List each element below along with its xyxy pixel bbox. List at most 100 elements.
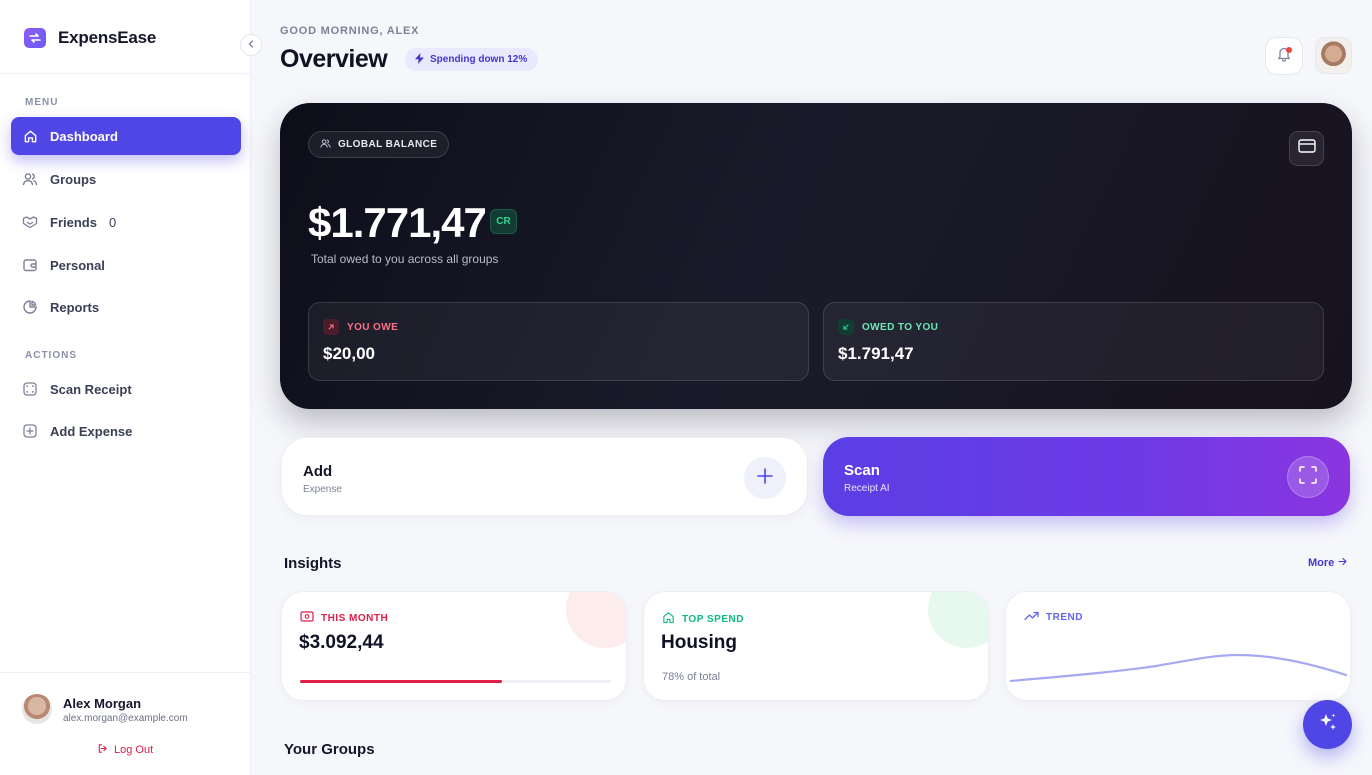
divider bbox=[0, 73, 251, 74]
top-spend-value: Housing bbox=[661, 632, 737, 653]
this-month-card[interactable]: THIS MONTH $3.092,44 bbox=[281, 591, 627, 701]
scan-title: Scan bbox=[844, 462, 880, 479]
add-title: Add bbox=[303, 463, 333, 480]
friends-count: 0 bbox=[108, 214, 117, 230]
handshake-icon bbox=[22, 214, 38, 230]
balance-subtitle: Total owed to you across all groups bbox=[311, 252, 499, 266]
you-owe-label: YOU OWE bbox=[347, 321, 399, 333]
arrow-right-icon bbox=[1338, 557, 1347, 569]
your-groups-heading: Your Groups bbox=[284, 741, 375, 758]
users-icon bbox=[320, 138, 331, 152]
global-balance-pill: GLOBAL BALANCE bbox=[308, 131, 450, 158]
collapse-sidebar-button[interactable] bbox=[240, 34, 262, 56]
trend-sparkline bbox=[1009, 653, 1348, 683]
sidebar-item-label: Groups bbox=[50, 171, 97, 187]
owed-to-you-label: OWED TO YOU bbox=[862, 321, 939, 333]
arrow-down-left-icon bbox=[838, 319, 854, 335]
decorative-blob bbox=[928, 592, 988, 648]
owed-to-you-header: OWED TO YOU bbox=[838, 319, 938, 335]
page-title: Overview bbox=[280, 45, 388, 73]
user-name: Alex Morgan bbox=[63, 696, 142, 711]
spending-trend-text: Spending down 12% bbox=[430, 54, 528, 65]
sidebar: ExpensEase MENU Dashboard Groups Friends… bbox=[0, 0, 251, 775]
avatar[interactable] bbox=[22, 694, 52, 724]
owed-to-you-card[interactable]: OWED TO YOU $1.791,47 bbox=[823, 302, 1324, 381]
sidebar-item-label: Personal bbox=[50, 257, 105, 273]
sparkles-icon bbox=[1317, 711, 1339, 738]
pie-chart-icon bbox=[22, 299, 38, 315]
user-email: alex.morgan@example.com bbox=[63, 713, 188, 724]
greeting: GOOD MORNING, ALEX bbox=[280, 25, 420, 37]
wallet-icon bbox=[22, 257, 38, 273]
notifications-button[interactable] bbox=[1265, 37, 1303, 75]
you-owe-value: $20,00 bbox=[323, 344, 375, 363]
plus-square-icon bbox=[22, 423, 38, 439]
logout-label: Log Out bbox=[114, 744, 154, 756]
brand[interactable]: ExpensEase bbox=[24, 28, 156, 48]
cards-button[interactable] bbox=[1289, 131, 1324, 166]
app-name: ExpensEase bbox=[58, 28, 157, 47]
this-month-progress-fill bbox=[300, 680, 503, 683]
sidebar-item-friends[interactable]: Friends 0 bbox=[11, 203, 241, 241]
trending-up-icon bbox=[1024, 611, 1039, 624]
top-spend-label: TOP SPEND bbox=[682, 613, 744, 625]
sidebar-item-label: Reports bbox=[50, 299, 100, 315]
spending-trend-badge: Spending down 12% bbox=[405, 48, 539, 71]
sidebar-item-label: Add Expense bbox=[50, 423, 133, 439]
actions-section-label: ACTIONS bbox=[25, 350, 77, 361]
more-label: More bbox=[1308, 557, 1335, 569]
top-spend-header: TOP SPEND bbox=[662, 611, 744, 627]
scan-icon bbox=[22, 381, 38, 397]
banknote-icon bbox=[300, 611, 314, 625]
home-icon bbox=[662, 611, 675, 627]
owed-to-you-value: $1.791,47 bbox=[838, 344, 914, 363]
trend-label: TREND bbox=[1046, 612, 1083, 623]
global-balance-card: GLOBAL BALANCE $1.771,47 CR Total owed t… bbox=[280, 103, 1352, 409]
sidebar-action-scan-receipt[interactable]: Scan Receipt bbox=[11, 370, 241, 408]
this-month-label: THIS MONTH bbox=[321, 612, 389, 624]
sidebar-item-reports[interactable]: Reports bbox=[11, 288, 241, 326]
sidebar-item-dashboard[interactable]: Dashboard bbox=[11, 117, 241, 155]
add-expense-button[interactable] bbox=[744, 457, 786, 499]
users-icon bbox=[22, 171, 38, 187]
insights-more-link[interactable]: More bbox=[1308, 557, 1347, 569]
menu-section-label: MENU bbox=[25, 97, 59, 108]
decorative-blob bbox=[566, 592, 626, 648]
add-expense-tile[interactable]: Add Expense bbox=[281, 437, 808, 516]
divider bbox=[0, 672, 251, 673]
sidebar-item-label: Scan Receipt bbox=[50, 381, 132, 397]
sidebar-item-label: Dashboard bbox=[50, 128, 118, 144]
this-month-header: THIS MONTH bbox=[300, 611, 388, 625]
trend-card[interactable]: TREND bbox=[1005, 591, 1351, 701]
lightning-icon bbox=[415, 52, 424, 67]
this-month-value: $3.092,44 bbox=[299, 632, 384, 653]
logout-button[interactable]: Log Out bbox=[97, 743, 153, 757]
sidebar-item-groups[interactable]: Groups bbox=[11, 160, 241, 198]
sidebar-item-personal[interactable]: Personal bbox=[11, 246, 241, 284]
sidebar-action-add-expense[interactable]: Add Expense bbox=[11, 412, 241, 450]
plus-icon bbox=[756, 467, 774, 490]
home-icon bbox=[22, 128, 38, 144]
credit-badge: CR bbox=[490, 209, 517, 234]
ai-assistant-button[interactable] bbox=[1303, 700, 1352, 749]
scan-receipt-tile[interactable]: Scan Receipt AI bbox=[823, 437, 1350, 516]
scan-subtitle: Receipt AI bbox=[844, 483, 890, 494]
you-owe-header: YOU OWE bbox=[323, 319, 398, 335]
balance-amount: $1.771,47 bbox=[308, 199, 487, 246]
profile-avatar[interactable] bbox=[1315, 37, 1352, 74]
top-spend-card[interactable]: TOP SPEND Housing 78% of total bbox=[643, 591, 989, 701]
global-balance-label: GLOBAL BALANCE bbox=[338, 139, 438, 150]
notification-dot bbox=[1286, 47, 1292, 53]
logout-icon bbox=[97, 743, 108, 757]
top-spend-note: 78% of total bbox=[662, 671, 721, 683]
logo-icon bbox=[24, 28, 46, 48]
credit-card-icon bbox=[1297, 139, 1316, 158]
add-subtitle: Expense bbox=[303, 484, 342, 495]
arrow-up-right-icon bbox=[323, 319, 339, 335]
this-month-progress bbox=[300, 680, 611, 683]
scan-receipt-button[interactable] bbox=[1287, 456, 1329, 498]
you-owe-card[interactable]: YOU OWE $20,00 bbox=[308, 302, 809, 381]
insights-heading: Insights bbox=[284, 555, 342, 572]
sidebar-item-label: Friends bbox=[50, 214, 97, 230]
scan-frame-icon bbox=[1298, 465, 1318, 490]
